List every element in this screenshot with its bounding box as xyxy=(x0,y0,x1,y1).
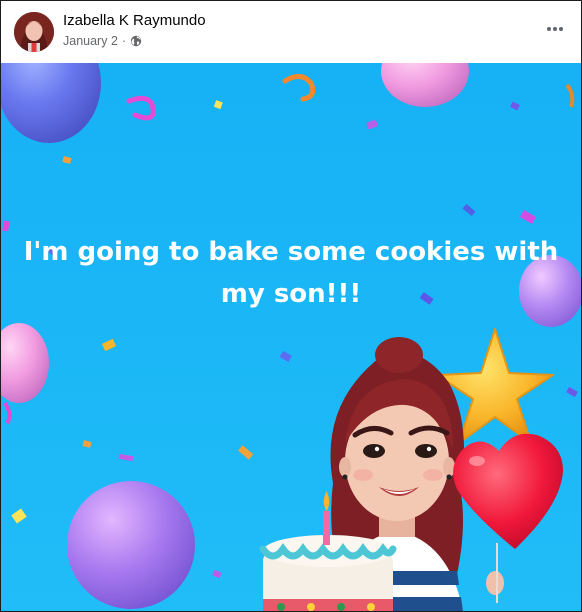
balloon-icon xyxy=(67,481,195,609)
heart-balloon-icon xyxy=(453,433,563,603)
celebration-background xyxy=(1,63,581,611)
post-background-image[interactable]: I'm going to bake some cookies with my s… xyxy=(1,63,581,611)
post-text: I'm going to bake some cookies with my s… xyxy=(23,237,559,309)
balloon-icon xyxy=(1,63,101,143)
more-options-dot xyxy=(547,27,551,31)
balloon-icon xyxy=(381,63,469,107)
more-options-dot xyxy=(559,27,563,31)
more-options-dot xyxy=(553,27,557,31)
post-header: Izabella K Raymundo January 2 · xyxy=(1,1,581,63)
globe-icon[interactable] xyxy=(130,35,142,47)
post-date[interactable]: January 2 xyxy=(63,34,118,48)
post-card: Izabella K Raymundo January 2 · I'm goin… xyxy=(0,0,582,612)
more-options-button[interactable] xyxy=(543,17,567,41)
author-name[interactable]: Izabella K Raymundo xyxy=(63,12,206,29)
meta-separator: · xyxy=(121,34,127,48)
avatar-photo xyxy=(14,12,54,52)
post-meta: January 2 · xyxy=(63,34,142,48)
balloon-icon xyxy=(1,323,49,403)
author-avatar[interactable] xyxy=(14,12,54,52)
